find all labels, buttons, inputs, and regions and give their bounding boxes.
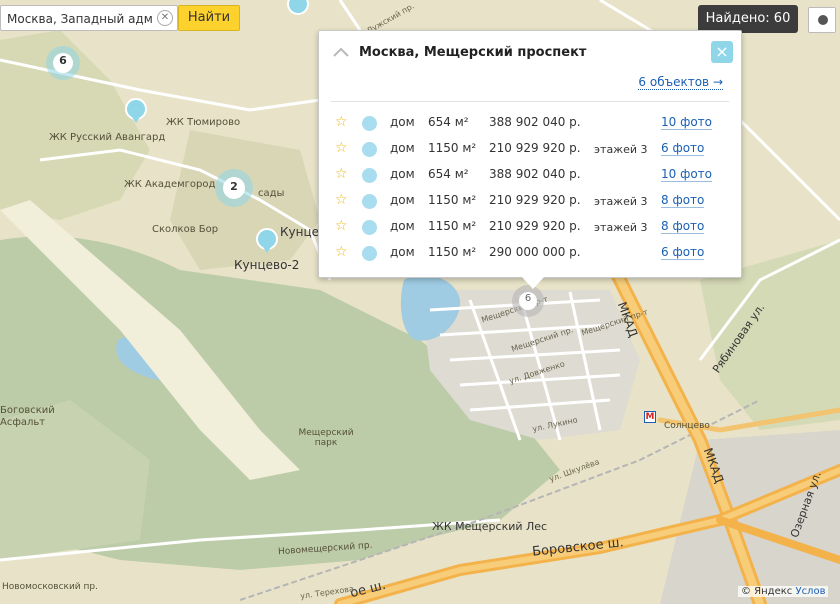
listing-floors: этажей 3 (594, 221, 648, 234)
listing-price: 210 929 920 р. (489, 141, 581, 155)
label-sady: сады (258, 188, 285, 199)
label-zhk-akademgorod: ЖК Академгород (124, 179, 216, 190)
favorite-star-icon[interactable]: ☆ (335, 166, 348, 182)
listing-photos-link[interactable]: 10 фото (661, 115, 713, 130)
popup-tail (522, 277, 544, 289)
pin-marker[interactable] (124, 98, 148, 124)
favorite-star-icon[interactable]: ☆ (335, 192, 348, 208)
listing-photos-link[interactable]: 8 фото (661, 193, 705, 208)
label-novomosky: Новомосковский пр. (2, 582, 98, 592)
listing-row[interactable]: ☆ дом 654 м² 388 902 040 р. 10 фото (319, 163, 741, 189)
listing-price: 290 000 000 р. (489, 245, 581, 259)
cluster-count: 2 (230, 180, 238, 193)
listing-photos-link[interactable]: 6 фото (661, 141, 705, 156)
listing-popup: Москва, Мещерский проспект × 6 объектов … (318, 30, 742, 289)
circle-icon (818, 15, 828, 25)
terms-link[interactable]: Услов (795, 586, 825, 597)
copyright-text: © Яндекс (741, 586, 793, 597)
listing-row[interactable]: ☆ дом 654 м² 388 902 040 р. 10 фото (319, 111, 741, 137)
house-icon (333, 47, 349, 57)
listing-type: дом (390, 167, 415, 181)
listing-price: 388 902 040 р. (489, 115, 581, 129)
close-icon[interactable]: ✕ (157, 10, 173, 26)
label-bogovsky: Боговский Асфальт (0, 405, 55, 428)
popup-divider (331, 101, 729, 102)
listing-floors: этажей 3 (594, 195, 648, 208)
find-button[interactable]: Найти (178, 5, 240, 31)
label-skolkov-bor: Сколков Бор (152, 224, 219, 235)
listing-photos-link[interactable]: 8 фото (661, 219, 705, 234)
listing-type: дом (390, 219, 415, 233)
listing-price: 210 929 920 р. (489, 193, 581, 207)
listing-row[interactable]: ☆ дом 1150 м² 210 929 920 р. этажей 3 8 … (319, 189, 741, 215)
popup-title: Москва, Мещерский проспект (359, 45, 587, 60)
listing-dot-icon (362, 220, 377, 235)
cluster-count: 6 (524, 293, 532, 304)
listing-type: дом (390, 115, 415, 129)
listing-area: 1150 м² (428, 141, 477, 155)
pin-marker-icon (287, 0, 309, 15)
pin-marker[interactable] (255, 228, 279, 254)
search-input[interactable] (5, 7, 159, 31)
listing-dot-icon (362, 246, 377, 261)
label-zhk-russky-avangard: ЖК Русский Авангард (49, 132, 166, 143)
map-layers-button[interactable] (808, 7, 836, 33)
listing-area: 654 м² (428, 167, 469, 181)
label-zhk-meshchersky-les: ЖК Мещерский Лес (432, 520, 548, 533)
listing-price: 210 929 920 р. (489, 219, 581, 233)
listing-dot-icon (362, 168, 377, 183)
listing-photos-link[interactable]: 6 фото (661, 245, 705, 260)
listing-row[interactable]: ☆ дом 1150 м² 210 929 920 р. этажей 3 6 … (319, 137, 741, 163)
search-box: ✕ (0, 5, 178, 31)
close-icon[interactable]: × (711, 41, 733, 63)
objects-count-link[interactable]: 6 объектов → (638, 75, 723, 90)
cluster-count: 6 (59, 54, 67, 67)
listing-type: дом (390, 193, 415, 207)
listing-row[interactable]: ☆ дом 1150 м² 210 929 920 р. этажей 3 8 … (319, 215, 741, 241)
map-copyright: © Яндекс Услов (738, 586, 829, 597)
listing-price: 388 902 040 р. (489, 167, 581, 181)
listing-dot-icon (362, 116, 377, 131)
listing-floors: этажей 3 (594, 143, 648, 156)
listing-area: 1150 м² (428, 193, 477, 207)
favorite-star-icon[interactable]: ☆ (335, 140, 348, 156)
cluster-marker[interactable]: 2 (213, 167, 255, 209)
found-count-badge: Найдено: 60 (698, 5, 798, 33)
pin-marker[interactable] (286, 0, 310, 16)
label-zhk-tyumirovo: ЖК Тюмирово (166, 117, 241, 128)
label-meshchersky-park: Мещерский парк (298, 428, 354, 448)
favorite-star-icon[interactable]: ☆ (335, 244, 348, 260)
listing-dot-icon (362, 142, 377, 157)
listing-dot-icon (362, 194, 377, 209)
listing-row[interactable]: ☆ дом 1150 м² 290 000 000 р. 6 фото (319, 241, 741, 267)
pin-marker-icon (256, 228, 278, 253)
metro-icon: М (644, 411, 656, 423)
listing-area: 1150 м² (428, 245, 477, 259)
favorite-star-icon[interactable]: ☆ (335, 218, 348, 234)
listing-photos-link[interactable]: 10 фото (661, 167, 713, 182)
label-kuntsevo-2: Кунцево-2 (234, 258, 300, 272)
pin-marker-icon (125, 98, 147, 123)
listing-area: 654 м² (428, 115, 469, 129)
favorite-star-icon[interactable]: ☆ (335, 114, 348, 130)
listing-area: 1150 м² (428, 219, 477, 233)
cluster-marker[interactable]: 6 (44, 44, 82, 82)
label-solntsevo: Солнцево (664, 421, 710, 431)
listing-type: дом (390, 245, 415, 259)
listing-type: дом (390, 141, 415, 155)
